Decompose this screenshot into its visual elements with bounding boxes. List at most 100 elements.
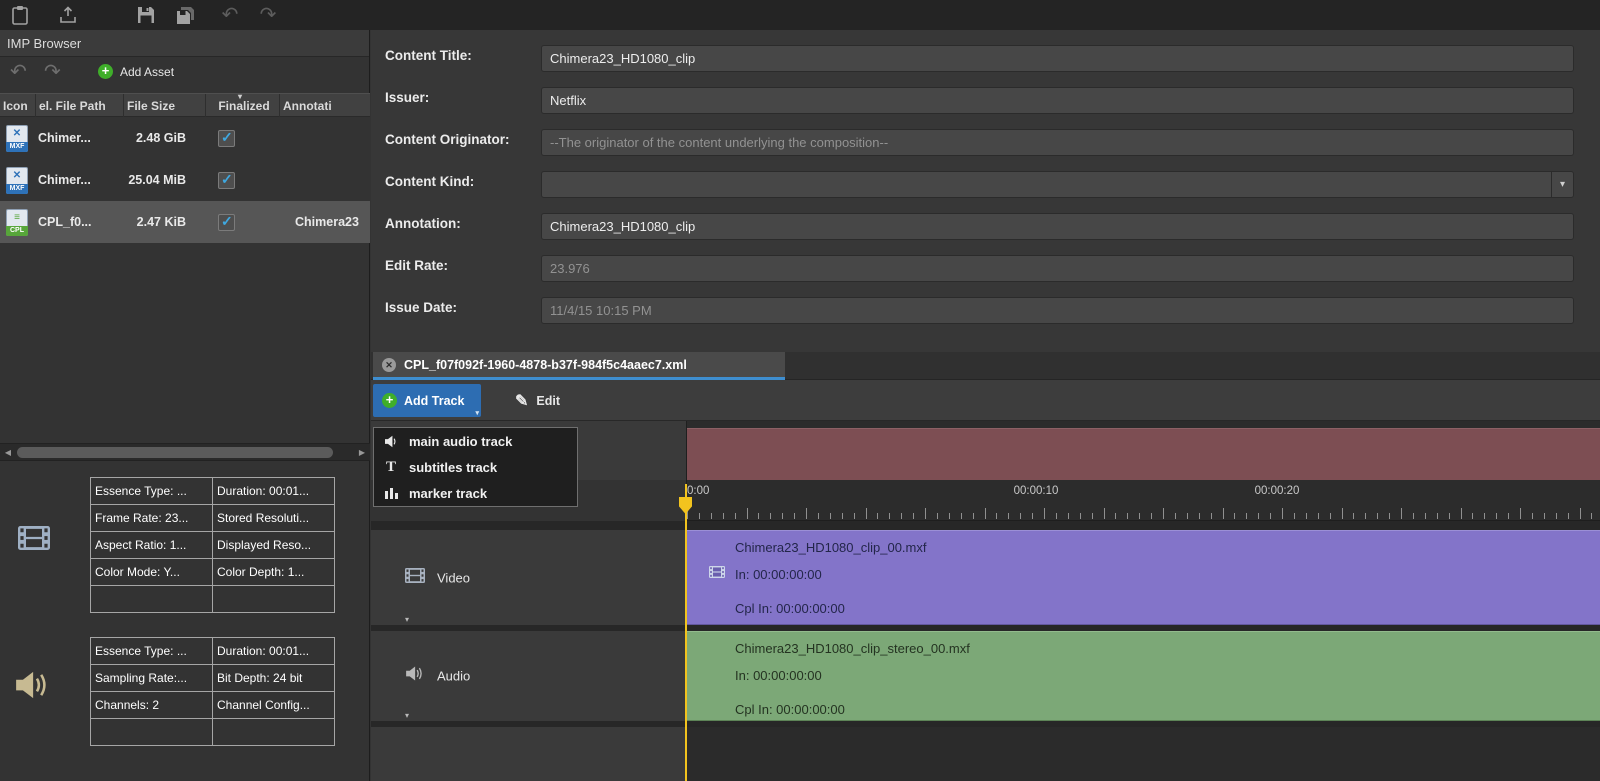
col-file-path[interactable]: el. File Path xyxy=(36,94,124,118)
video-track-header[interactable]: Video ▾ xyxy=(371,530,687,625)
audio-track-header[interactable]: Audio ▾ xyxy=(371,631,687,721)
app-window: ↶ ↷ IMP Browser ↶ ↷ + Add Asset Icon el.… xyxy=(0,0,1600,781)
menu-item-subtitles-track[interactable]: T subtitles track xyxy=(374,454,577,480)
menu-item-label: marker track xyxy=(409,486,487,501)
info-cell: Frame Rate: 23... xyxy=(91,505,213,532)
export-icon[interactable] xyxy=(54,3,82,27)
ruler-label: 00:00:00 xyxy=(687,485,709,497)
clip-cpl-in: Cpl In: 00:00:00:00 xyxy=(735,702,845,717)
info-cell: Aspect Ratio: 1... xyxy=(91,532,213,559)
issuer-label: Issuer: xyxy=(385,90,429,105)
finalized-checkbox[interactable]: ✓ xyxy=(218,172,235,189)
issuer-input[interactable] xyxy=(541,87,1574,114)
col-finalized[interactable]: Finalized xyxy=(206,94,280,118)
speaker-icon xyxy=(405,666,423,687)
info-cell: Duration: 00:01... xyxy=(213,638,335,665)
content-kind-select[interactable] xyxy=(541,171,1574,198)
empty-track-lane xyxy=(687,727,1600,781)
save-all-icon[interactable] xyxy=(172,3,200,27)
asset-table-header: Icon el. File Path File Size Finalized A… xyxy=(0,93,370,117)
add-track-button[interactable]: + Add Track ▾ xyxy=(373,384,481,417)
mxf-file-icon: ✕MXF xyxy=(6,117,36,159)
empty-track-row xyxy=(371,727,1600,781)
asset-redo-icon[interactable]: ↷ xyxy=(44,59,61,84)
info-cell: Channel Config... xyxy=(213,692,335,719)
menu-item-main-audio-track[interactable]: main audio track xyxy=(374,428,577,454)
clip-in: In: 00:00:00:00 xyxy=(735,567,822,582)
finalized-checkbox[interactable]: ✓ xyxy=(218,130,235,147)
paste-icon[interactable] xyxy=(6,3,34,27)
asset-size: 2.48 GiB xyxy=(124,117,206,159)
info-cell xyxy=(91,586,213,613)
video-clip[interactable]: Chimera23_HD1080_clip_00.mxf In: 00:00:0… xyxy=(687,530,1600,625)
info-cell: Channels: 2 xyxy=(91,692,213,719)
asset-row-selected[interactable]: ≡CPL CPL_f0... 2.47 KiB ✓ Chimera23 xyxy=(0,201,370,243)
imp-browser-title: IMP Browser xyxy=(0,30,369,57)
audio-track-row: Audio ▾ Chimera23_HD1080_clip_stereo_00.… xyxy=(371,631,1600,721)
asset-annotation xyxy=(280,159,370,201)
track-expander-icon[interactable]: ▾ xyxy=(405,711,409,720)
clip-in: In: 00:00:00:00 xyxy=(735,668,822,683)
info-cell: Color Mode: Y... xyxy=(91,559,213,586)
menu-item-label: main audio track xyxy=(409,434,512,449)
content-originator-input[interactable] xyxy=(541,129,1574,156)
form-row: Content Title: xyxy=(371,40,1600,82)
asset-row[interactable]: ✕MXF Chimer... 25.04 MiB ✓ xyxy=(0,159,370,201)
issue-date-input xyxy=(541,297,1574,324)
info-cell: Essence Type: ... xyxy=(91,478,213,505)
save-icon[interactable] xyxy=(132,3,160,27)
asset-size: 25.04 MiB xyxy=(124,159,206,201)
marker-track-lane[interactable] xyxy=(687,421,1600,480)
menu-item-label: subtitles track xyxy=(409,460,497,475)
undo-icon[interactable]: ↶ xyxy=(216,3,244,27)
asset-name: CPL_f0... xyxy=(38,201,122,243)
menu-item-marker-track[interactable]: marker track xyxy=(374,480,577,506)
track-expander-icon[interactable]: ▾ xyxy=(405,615,409,624)
audio-clip[interactable]: Chimera23_HD1080_clip_stereo_00.mxf In: … xyxy=(687,631,1600,721)
content-title-input[interactable] xyxy=(541,45,1574,72)
asset-undo-icon[interactable]: ↶ xyxy=(10,59,27,84)
finalized-checkbox[interactable]: ✓ xyxy=(218,214,235,231)
marker-track-region[interactable] xyxy=(687,428,1600,480)
audio-track-lane: Chimera23_HD1080_clip_stereo_00.mxf In: … xyxy=(687,631,1600,721)
asset-row[interactable]: ✕MXF Chimer... 2.48 GiB ✓ xyxy=(0,117,370,159)
scroll-right-icon[interactable]: ▶ xyxy=(354,444,370,462)
clip-title: Chimera23_HD1080_clip_00.mxf xyxy=(735,540,927,555)
clip-cpl-in: Cpl In: 00:00:00:00 xyxy=(735,601,845,616)
content-kind-label: Content Kind: xyxy=(385,174,474,189)
timeline-ruler[interactable]: 00:00:00 00:00:10 00:00:20 xyxy=(687,480,1600,521)
info-cell: Stored Resoluti... xyxy=(213,505,335,532)
edit-rate-label: Edit Rate: xyxy=(385,258,448,273)
redo-icon[interactable]: ↷ xyxy=(254,3,282,27)
film-icon xyxy=(709,565,725,583)
ruler-label: 00:00:10 xyxy=(1014,485,1059,497)
info-cell: Sampling Rate:... xyxy=(91,665,213,692)
form-row: Edit Rate: xyxy=(371,250,1600,292)
scrollbar-thumb[interactable] xyxy=(17,447,333,458)
video-track-label: Video xyxy=(437,570,470,585)
asset-annotation xyxy=(280,117,370,159)
col-icon[interactable]: Icon xyxy=(0,94,36,118)
edit-label: Edit xyxy=(536,394,560,408)
clip-title: Chimera23_HD1080_clip_stereo_00.mxf xyxy=(735,641,970,656)
horizontal-scrollbar[interactable]: ◀ ▶ xyxy=(0,443,370,461)
scroll-left-icon[interactable]: ◀ xyxy=(0,444,16,462)
close-icon[interactable]: ✕ xyxy=(382,358,396,372)
info-cell xyxy=(213,719,335,746)
playhead-line[interactable] xyxy=(685,484,687,781)
annotation-input[interactable] xyxy=(541,213,1574,240)
tab-cpl-document[interactable]: ✕ CPL_f07f092f-1960-4878-b37f-984f5c4aae… xyxy=(373,352,785,380)
ruler-label: 00:00:20 xyxy=(1255,485,1300,497)
text-icon: T xyxy=(382,459,400,476)
col-file-size[interactable]: File Size xyxy=(124,94,206,118)
add-asset-button[interactable]: + Add Asset xyxy=(98,64,174,79)
asset-name: Chimer... xyxy=(38,159,122,201)
chevron-down-icon[interactable]: ▾ xyxy=(1551,172,1573,197)
annotation-label: Annotation: xyxy=(385,216,461,231)
finalized-cell: ✓ xyxy=(206,117,280,159)
form-row: Annotation: xyxy=(371,208,1600,250)
tab-label: CPL_f07f092f-1960-4878-b37f-984f5c4aaec7… xyxy=(404,358,687,372)
edit-button[interactable]: ✎ Edit xyxy=(505,384,570,417)
col-annotation[interactable]: Annotati xyxy=(280,94,370,118)
info-cell: Bit Depth: 24 bit xyxy=(213,665,335,692)
